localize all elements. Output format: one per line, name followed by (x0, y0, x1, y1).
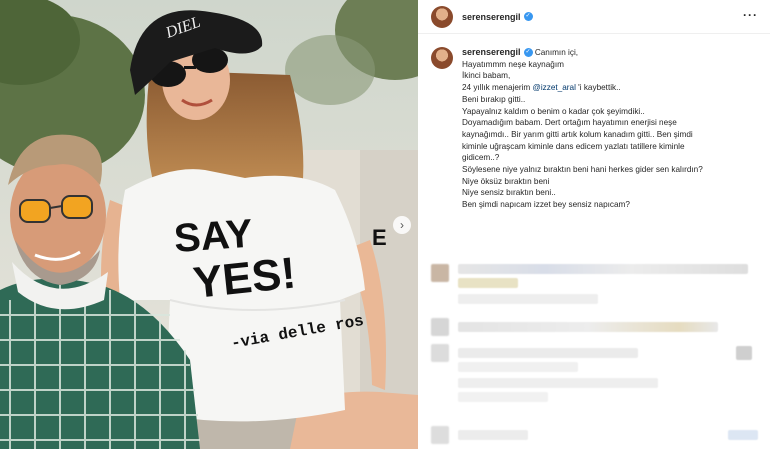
caption: serenserengil ✓ Canımın içi, Hayatımmm ne… (431, 47, 761, 211)
shirt-sleeve-print: E (372, 225, 387, 250)
comment-redacted (458, 378, 658, 388)
comment-avatar (431, 264, 449, 282)
comment-avatar (431, 318, 449, 336)
comment-redacted (458, 264, 748, 274)
caption-username[interactable]: serenserengil (462, 47, 521, 57)
verified-badge-icon: ✓ (523, 12, 533, 21)
mention-link[interactable]: @izzet_aral (533, 83, 576, 92)
caption-line: Beni bırakıp gitti.. (462, 94, 526, 104)
caption-line: Doyamadığım babam. Dert ortağım hayatımı… (462, 118, 677, 128)
caption-avatar[interactable] (431, 47, 453, 69)
comment-redacted (458, 348, 638, 358)
post-photo[interactable]: SAY YES! -via delle ros E DIEL › (0, 0, 418, 449)
comment-redacted (728, 430, 758, 440)
post-side-panel: serenserengil ✓ ··· serenserengil ✓ Canım… (418, 0, 770, 449)
verified-badge-icon: ✓ (523, 48, 533, 58)
caption-first-line: Canımın içi, (534, 48, 579, 57)
comment-redacted (736, 346, 752, 360)
header-username[interactable]: serenserengil (462, 12, 521, 22)
avatar[interactable] (431, 5, 453, 28)
comment-avatar (431, 344, 449, 362)
post-image-illustration: SAY YES! -via delle ros E DIEL (0, 0, 418, 449)
comment-redacted (458, 362, 578, 372)
comment-avatar (431, 426, 449, 444)
caption-line: Hayatımmm neşe kaynağım (462, 59, 564, 69)
comments-blurred (418, 250, 770, 449)
caption-line: kaynağımdı.. Bir yarım gitti artık kolum… (462, 129, 693, 139)
caption-line: Niye sensiz bıraktın beni.. (462, 188, 556, 198)
caption-line: Yapayalnız kaldım o benim o kadar çok şe… (462, 106, 645, 116)
more-options-icon[interactable]: ··· (743, 8, 758, 22)
caption-line-text: 24 yıllık menajerim (462, 83, 533, 93)
caption-line: Ben şimdi napıcam izzet bey sensiz napıc… (462, 200, 630, 210)
comment-redacted (458, 278, 518, 288)
caption-line: Niye öksüz bıraktın beni (462, 176, 550, 186)
caption-line: gidicem..? (462, 153, 500, 163)
caption-line: Söylesene niye yalnız bıraktın beni hani… (462, 165, 703, 175)
caption-line-mention: 24 yıllık menajerim @izzet_aral 'i kaybe… (462, 82, 758, 94)
comment-redacted (458, 392, 548, 402)
post-header: serenserengil ✓ ··· (418, 0, 770, 34)
caption-line-text: 'i kaybettik.. (575, 83, 621, 93)
caption-line: kiminle uğraşcam kiminle dans edicem yaz… (462, 141, 685, 151)
comment-redacted (458, 430, 528, 440)
comment-redacted (458, 322, 718, 332)
chevron-right-icon[interactable]: › (393, 216, 411, 234)
comment-redacted (458, 294, 598, 304)
caption-line: İkinci babam, (462, 71, 511, 81)
caption-text: serenserengil ✓ Canımın içi, Hayatımmm ne… (462, 47, 758, 211)
